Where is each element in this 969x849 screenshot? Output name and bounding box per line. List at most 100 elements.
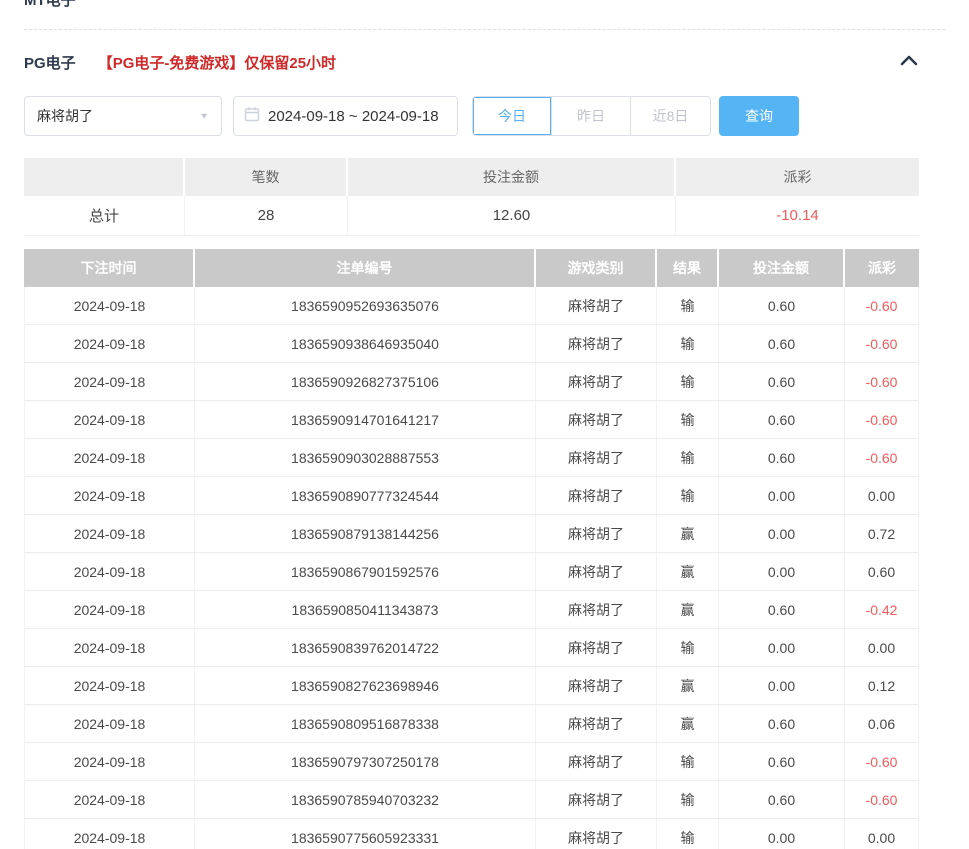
section-notice: 【PG电子-免费游戏】仅保留25小时 [98,52,336,73]
payout-cell: 0.00 [845,629,918,666]
table-row: 2024-09-18 1836590938646935040 麻将胡了 输 0.… [25,325,918,363]
result-cell: 输 [657,743,719,780]
game-type-cell: 麻将胡了 [536,553,657,590]
result-cell: 输 [657,629,719,666]
game-type-cell: 麻将胡了 [536,401,657,438]
order-number-cell: 1836590926827375106 [195,363,536,400]
bet-amount-cell: 0.00 [719,477,845,514]
summary-total-label: 总计 [24,196,185,235]
header-bet-time: 下注时间 [24,249,195,287]
order-number-cell: 1836590839762014722 [195,629,536,666]
result-cell: 赢 [657,553,719,590]
previous-section-title: MT电子 [24,0,969,10]
game-type-cell: 麻将胡了 [536,629,657,666]
table-row: 2024-09-18 1836590839762014722 麻将胡了 输 0.… [25,629,918,667]
table-row: 2024-09-18 1836590867901592576 麻将胡了 赢 0.… [25,553,918,591]
table-row: 2024-09-18 1836590827623698946 麻将胡了 赢 0.… [25,667,918,705]
bet-time-cell: 2024-09-18 [25,287,195,324]
bet-time-cell: 2024-09-18 [25,325,195,362]
result-cell: 输 [657,781,719,818]
header-bet-amount: 投注金额 [719,249,845,287]
bet-time-cell: 2024-09-18 [25,401,195,438]
date-range-input[interactable]: 2024-09-18 ~ 2024-09-18 [233,96,458,136]
summary-table: 笔数 投注金额 派彩 总计 28 12.60 -10.14 [24,158,919,236]
query-button[interactable]: 查询 [719,96,799,136]
records-table: 下注时间 注单编号 游戏类别 结果 投注金额 派彩 2024-09-18 183… [24,249,919,849]
result-cell: 输 [657,363,719,400]
bet-time-cell: 2024-09-18 [25,705,195,742]
payout-cell: -0.42 [845,591,918,628]
chevron-up-icon [899,52,919,73]
result-cell: 输 [657,325,719,362]
bet-amount-cell: 0.60 [719,705,845,742]
table-row: 2024-09-18 1836590879138144256 麻将胡了 赢 0.… [25,515,918,553]
chevron-down-icon: ▼ [199,112,209,121]
table-row: 2024-09-18 1836590914701641217 麻将胡了 输 0.… [25,401,918,439]
last-8-days-button[interactable]: 近8日 [631,97,710,135]
report-page: MT电子 PG电子 【PG电子-免费游戏】仅保留25小时 麻将胡了 ▼ 2024… [0,0,969,849]
bet-amount-cell: 0.60 [719,439,845,476]
table-row: 2024-09-18 1836590775605923331 麻将胡了 输 0.… [25,819,918,849]
bet-time-cell: 2024-09-18 [25,629,195,666]
result-cell: 输 [657,287,719,324]
table-row: 2024-09-18 1836590785940703232 麻将胡了 输 0.… [25,781,918,819]
game-type-cell: 麻将胡了 [536,287,657,324]
bet-amount-cell: 0.60 [719,363,845,400]
calendar-icon [244,106,260,127]
order-number-cell: 1836590867901592576 [195,553,536,590]
result-cell: 赢 [657,705,719,742]
bet-amount-cell: 0.60 [719,781,845,818]
bet-time-cell: 2024-09-18 [25,515,195,552]
order-number-cell: 1836590938646935040 [195,325,536,362]
bet-amount-cell: 0.60 [719,325,845,362]
game-type-cell: 麻将胡了 [536,705,657,742]
result-cell: 输 [657,401,719,438]
payout-cell: -0.60 [845,743,918,780]
game-select[interactable]: 麻将胡了 ▼ [24,96,222,136]
order-number-cell: 1836590809516878338 [195,705,536,742]
today-button[interactable]: 今日 [473,97,552,135]
collapse-section-button[interactable] [899,52,919,73]
payout-cell: -0.60 [845,781,918,818]
order-number-cell: 1836590785940703232 [195,781,536,818]
summary-header-bet-amount: 投注金额 [348,158,676,196]
table-row: 2024-09-18 1836590890777324544 麻将胡了 输 0.… [25,477,918,515]
payout-cell: 0.60 [845,553,918,590]
table-row: 2024-09-18 1836590809516878338 麻将胡了 赢 0.… [25,705,918,743]
payout-cell: 0.12 [845,667,918,704]
table-row: 2024-09-18 1836590926827375106 麻将胡了 输 0.… [25,363,918,401]
section-divider [24,29,945,30]
header-result: 结果 [657,249,719,287]
summary-total-count: 28 [185,196,348,235]
payout-cell: -0.60 [845,363,918,400]
bet-time-cell: 2024-09-18 [25,781,195,818]
game-type-cell: 麻将胡了 [536,439,657,476]
result-cell: 输 [657,439,719,476]
bet-time-cell: 2024-09-18 [25,819,195,849]
header-order-number: 注单编号 [195,249,536,287]
summary-total-payout: -10.14 [676,196,919,235]
game-type-cell: 麻将胡了 [536,477,657,514]
summary-header-payout: 派彩 [676,158,919,196]
order-number-cell: 1836590903028887553 [195,439,536,476]
game-type-cell: 麻将胡了 [536,667,657,704]
bet-amount-cell: 0.60 [719,401,845,438]
bet-amount-cell: 0.60 [719,287,845,324]
bet-amount-cell: 0.00 [719,667,845,704]
summary-total-row: 总计 28 12.60 -10.14 [24,196,919,236]
bet-time-cell: 2024-09-18 [25,363,195,400]
result-cell: 输 [657,477,719,514]
records-body: 2024-09-18 1836590952693635076 麻将胡了 输 0.… [24,287,919,849]
result-cell: 赢 [657,667,719,704]
table-row: 2024-09-18 1836590903028887553 麻将胡了 输 0.… [25,439,918,477]
yesterday-button[interactable]: 昨日 [552,97,631,135]
records-header-row: 下注时间 注单编号 游戏类别 结果 投注金额 派彩 [24,249,919,287]
payout-cell: 0.00 [845,819,918,849]
payout-cell: 0.00 [845,477,918,514]
summary-header-count: 笔数 [185,158,348,196]
order-number-cell: 1836590827623698946 [195,667,536,704]
order-number-cell: 1836590890777324544 [195,477,536,514]
payout-cell: -0.60 [845,401,918,438]
order-number-cell: 1836590914701641217 [195,401,536,438]
result-cell: 赢 [657,515,719,552]
